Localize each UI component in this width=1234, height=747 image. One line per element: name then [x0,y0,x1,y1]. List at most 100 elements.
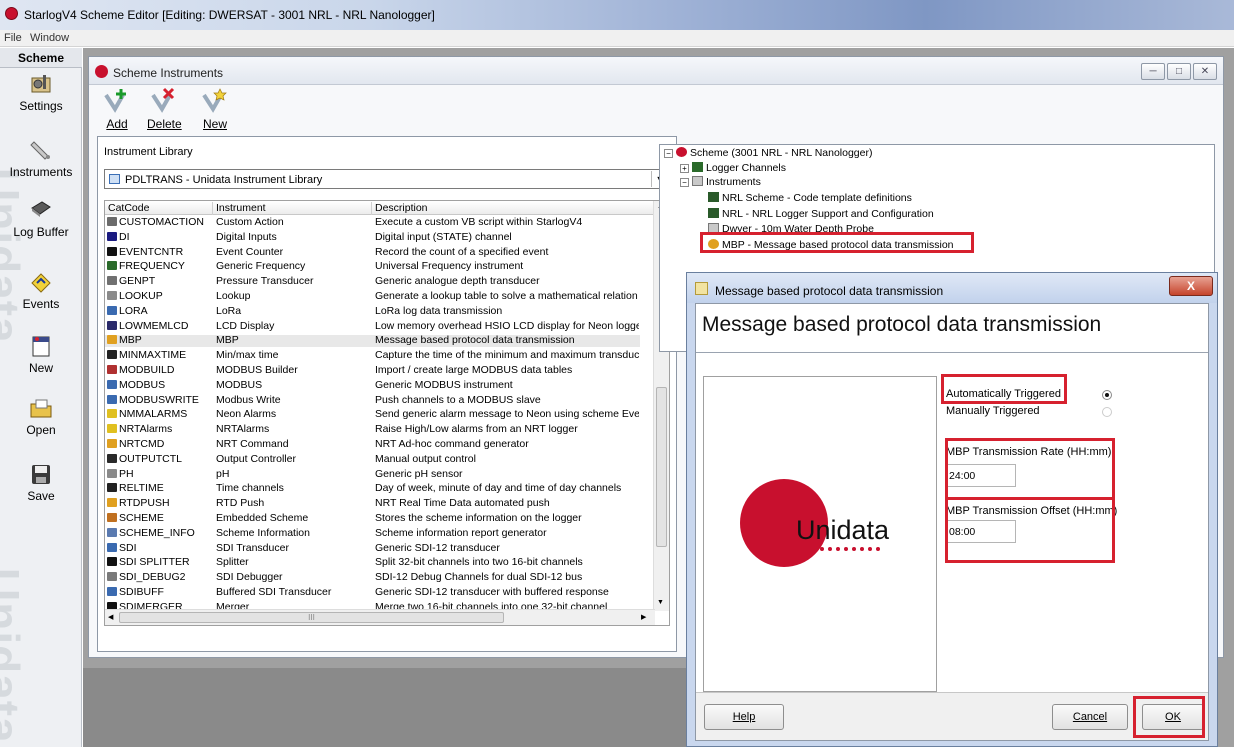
horizontal-scrollbar[interactable]: III ◀ ▶ [105,609,655,625]
table-row[interactable]: MODBUS MODBUS Generic MODBUS instrument [105,379,640,392]
table-row[interactable]: NRTCMD NRT Command NRT Ad-hoc command gene… [105,439,640,451]
cell-instrument: Buffered SDI Transducer [216,587,332,598]
table-row[interactable]: CUSTOMACTION Custom Action Execute a custo… [105,217,640,229]
horizontal-scroll-thumb[interactable]: III [119,612,504,623]
scroll-left-icon[interactable]: ◀ [108,613,113,621]
table-row[interactable]: FREQUENCY Generic Frequency Universal Freq… [105,261,640,273]
library-select[interactable]: PDLTRANS - Unidata Instrument Library ▼ [104,169,670,189]
column-header-description[interactable]: Description [372,202,655,215]
nav-new[interactable]: New [0,334,82,375]
new-button[interactable]: New [201,87,229,131]
table-row[interactable]: GENPT Pressure Transducer Generic analogue… [105,276,640,288]
table-row[interactable]: MODBUILD MODBUS Builder Import / create la… [105,365,640,377]
tree-logger-channels[interactable]: + Logger Channels [680,162,786,174]
table-row[interactable]: LOWMEMLCD LCD Display Low memory overhead … [105,320,640,333]
cell-description: Message based protocol data transmission [375,335,575,347]
table-row[interactable]: NMMALARMS Neon Alarms Send generic alarm m… [105,409,640,421]
new-document-icon [32,336,50,357]
cell-catcode: LOOKUP [107,291,215,302]
cell-catcode: RELTIME [107,483,215,494]
help-button-label: Help [732,711,756,723]
unidata-logo-box: Unidata [703,376,937,692]
nav-instruments[interactable]: Instruments [0,138,82,179]
scroll-right-icon[interactable]: ▶ [641,613,646,621]
cell-catcode: PH [107,468,215,480]
table-row[interactable]: MBP MBP Message based protocol data transm… [105,335,640,347]
cell-catcode: SDI_DEBUG2 [107,572,215,583]
instrument-type-icon [107,527,117,537]
dialog-close-button[interactable]: X [1169,276,1213,296]
cell-description: Generate a lookup table to solve a mathe… [375,291,638,302]
menu-file[interactable]: File [4,32,22,44]
table-row[interactable]: LOOKUP Lookup Generate a lookup table to s… [105,291,640,303]
tree-item-label: NRL Scheme - Code template definitions [722,192,912,204]
table-row[interactable]: DI Digital Inputs Digital input (STATE) ch… [105,231,640,244]
table-row[interactable]: MODBUSWRITE Modbus Write Push channels to … [105,394,640,407]
cell-instrument: Neon Alarms [216,409,277,421]
manual-triggered-radio[interactable] [1102,407,1112,417]
nav-log-buffer[interactable]: Log Buffer [0,198,82,239]
help-button[interactable]: Help [704,704,784,730]
instrument-type-icon [107,291,117,300]
table-row[interactable]: RTDPUSH RTD Push NRT Real Time Data automa… [105,498,640,510]
menu-window[interactable]: Window [30,32,69,44]
cell-description: Generic pH sensor [375,468,463,480]
catcode-text: EVENTCNTR [119,246,184,258]
window-controls: ─ □ ✕ [1139,63,1217,80]
maximize-button[interactable]: □ [1167,63,1191,80]
tree-instruments[interactable]: − Instruments [680,176,761,188]
tree-logger-channels-label: Logger Channels [706,162,786,174]
expand-icon[interactable]: + [680,164,689,173]
table-row[interactable]: SCHEME_INFO Scheme Information Scheme info… [105,527,640,540]
chip-icon [31,201,51,217]
instrument-type-icon [107,587,117,596]
nav-header: Scheme [0,48,82,68]
cancel-button[interactable]: Cancel [1052,704,1128,730]
close-window-button[interactable]: ✕ [1193,63,1217,80]
cell-description: Generic MODBUS instrument [375,379,513,391]
nav-settings[interactable]: Settings [0,72,82,113]
add-button[interactable]: Add [103,87,131,131]
nav-save[interactable]: Save [0,462,82,503]
dialog-title-bar: Message based protocol data transmission… [687,273,1217,303]
table-row[interactable]: SDI SPLITTER Splitter Split 32-bit channel… [105,557,640,569]
table-row[interactable]: OUTPUTCTL Output Controller Manual output … [105,453,640,466]
nav-events[interactable]: Events [0,270,82,311]
collapse-icon[interactable]: − [680,178,689,187]
table-row[interactable]: PH pH Generic pH sensor [105,468,640,481]
table-row[interactable]: RELTIME Time channels Day of week, minute … [105,483,640,495]
column-header-instrument[interactable]: Instrument [213,202,372,215]
dialog-title: Message based protocol data transmission [715,284,944,298]
table-row[interactable]: EVENTCNTR Event Counter Record the count o… [105,246,640,259]
vertical-scroll-thumb[interactable] [656,387,667,547]
tree-item-nrl-support[interactable]: NRL - NRL Logger Support and Configurati… [708,208,934,220]
table-row[interactable]: LORA LoRa LoRa log data transmission [105,305,640,318]
tree-root[interactable]: − Scheme (3001 NRL - NRL Nanologger) [664,147,872,159]
instrument-type-icon [107,379,117,389]
cell-instrument: Lookup [216,291,251,302]
table-row[interactable]: MINMAXTIME Min/max time Capture the time o… [105,350,640,362]
nav-open[interactable]: Open [0,396,82,437]
cell-instrument: Min/max time [216,350,279,362]
app-title: StarlogV4 Scheme Editor [Editing: DWERSA… [24,8,435,22]
cell-description: Raise High/Low alarms from an NRT logger [375,424,578,436]
tree-item-nrl-scheme[interactable]: NRL Scheme - Code template definitions [708,192,912,204]
floppy-disk-icon [32,465,50,484]
cell-description: Split 32-bit channels into two 16-bit ch… [375,557,583,569]
delete-button[interactable]: Delete [147,87,182,131]
minimize-button[interactable]: ─ [1141,63,1165,80]
scroll-down-icon[interactable]: ▼ [657,599,664,606]
table-row[interactable]: SDIBUFF Buffered SDI Transducer Generic SD… [105,587,640,599]
table-row[interactable]: SDI SDI Transducer Generic SDI-12 transduc… [105,542,640,555]
table-row[interactable]: SCHEME Embedded Scheme Stores the scheme i… [105,513,640,525]
collapse-icon[interactable]: − [664,149,673,158]
catcode-text: MBP [119,335,142,347]
instrument-type-icon [107,261,117,271]
cell-instrument: NRT Command [216,439,289,450]
settings-icon [31,75,51,93]
auto-triggered-radio[interactable] [1102,390,1112,400]
instrument-type-icon [107,409,117,419]
table-row[interactable]: NRTAlarms NRTAlarms Raise High/Low alarms … [105,424,640,436]
column-header-catcode[interactable]: CatCode [105,202,213,215]
table-row[interactable]: SDI_DEBUG2 SDI Debugger SDI-12 Debug Chann… [105,572,640,584]
